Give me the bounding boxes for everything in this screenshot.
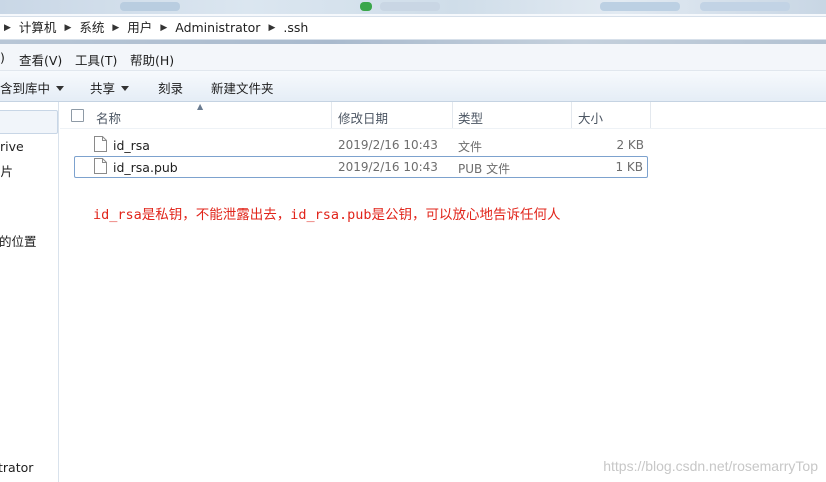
column-divider[interactable] [571, 102, 572, 128]
menu-bar: ) 查看(V) 工具(T) 帮助(H) [0, 40, 826, 71]
address-box[interactable]: ▶ 计算机 ▶ 系统 ▶ 用户 ▶ Administrator ▶ .ssh [0, 16, 826, 40]
file-size: 2 KB [616, 138, 644, 152]
file-type: 文件 [458, 140, 483, 154]
breadcrumb: ▶ 计算机 ▶ 系统 ▶ 用户 ▶ Administrator ▶ .ssh [0, 20, 312, 36]
title-strip [0, 0, 826, 14]
blurred-tab [600, 2, 680, 11]
breadcrumb-ssh[interactable]: .ssh [279, 20, 312, 36]
column-size[interactable]: 大小 [578, 108, 603, 127]
include-in-library-label: 含到库中 [0, 81, 51, 96]
nav-item-administrator[interactable]: trator [0, 460, 33, 475]
file-date: 2019/2/16 10:43 [338, 160, 438, 174]
breadcrumb-system[interactable]: 系统 [75, 20, 108, 36]
menu-view[interactable]: 查看(V) [19, 50, 62, 69]
nav-item-locations[interactable]: 的位置 [0, 231, 37, 250]
file-icon [94, 136, 107, 152]
watermark: https://blog.csdn.net/rosemarryTop [603, 458, 818, 474]
column-divider[interactable] [452, 102, 453, 128]
nav-selected-item[interactable] [0, 110, 58, 134]
file-icon [94, 158, 107, 174]
file-row[interactable]: id_rsa 2019/2/16 10:43 文件 2 KB [74, 134, 648, 156]
column-date[interactable]: 修改日期 [338, 108, 388, 127]
file-row[interactable]: id_rsa.pub 2019/2/16 10:43 PUB 文件 1 KB [74, 156, 648, 178]
column-name[interactable]: 名称 [96, 108, 121, 127]
new-folder-button[interactable]: 新建文件夹 [211, 78, 274, 97]
select-all-checkbox[interactable] [71, 109, 84, 122]
breadcrumb-users[interactable]: 用户 [123, 20, 156, 36]
chevron-down-icon [121, 86, 130, 91]
breadcrumb-administrator[interactable]: Administrator [171, 20, 264, 36]
command-toolbar: 含到库中 共享 刻录 新建文件夹 [0, 71, 826, 102]
column-type[interactable]: 类型 [458, 108, 483, 127]
column-divider[interactable] [331, 102, 332, 128]
nav-item-onedrive[interactable]: rive [0, 139, 24, 154]
burn-button[interactable]: 刻录 [158, 78, 183, 97]
nav-item-photos[interactable]: 照片 [0, 161, 13, 180]
file-size: 1 KB [615, 160, 643, 174]
file-name: id_rsa.pub [113, 160, 178, 175]
annotation-text: id_rsa是私钥，不能泄露出去，id_rsa.pub是公钥，可以放心地告诉任何… [93, 207, 561, 223]
chevron-right-icon[interactable]: ▶ [264, 23, 279, 33]
sort-ascending-icon: ▲ [197, 102, 204, 111]
column-divider[interactable] [650, 102, 651, 128]
share-button[interactable]: 共享 [90, 78, 130, 97]
blurred-tab [700, 2, 790, 11]
navigation-pane: rive 照片 的位置 它 trator [0, 102, 59, 482]
file-name: id_rsa [113, 138, 150, 153]
file-type: PUB 文件 [458, 162, 511, 176]
address-bar: ▶ 计算机 ▶ 系统 ▶ 用户 ▶ Administrator ▶ .ssh [0, 14, 826, 41]
blurred-tab [120, 2, 180, 11]
chevron-right-icon[interactable]: ▶ [0, 23, 15, 33]
include-in-library-button[interactable]: 含到库中 [0, 78, 65, 97]
menu-edit-partial[interactable]: ) [0, 50, 5, 65]
chevron-down-icon [56, 86, 65, 91]
column-header: ▲ 名称 修改日期 类型 大小 [60, 102, 826, 129]
nav-item-other[interactable]: 它 [0, 301, 1, 320]
menu-help[interactable]: 帮助(H) [130, 50, 174, 69]
chevron-right-icon[interactable]: ▶ [60, 23, 75, 33]
share-label: 共享 [90, 81, 116, 96]
menu-tools[interactable]: 工具(T) [75, 50, 117, 69]
app-icon [360, 2, 372, 11]
chevron-right-icon[interactable]: ▶ [108, 23, 123, 33]
file-date: 2019/2/16 10:43 [338, 138, 438, 152]
blurred-tab [380, 2, 440, 11]
chevron-right-icon[interactable]: ▶ [156, 23, 171, 33]
breadcrumb-computer[interactable]: 计算机 [15, 20, 61, 36]
